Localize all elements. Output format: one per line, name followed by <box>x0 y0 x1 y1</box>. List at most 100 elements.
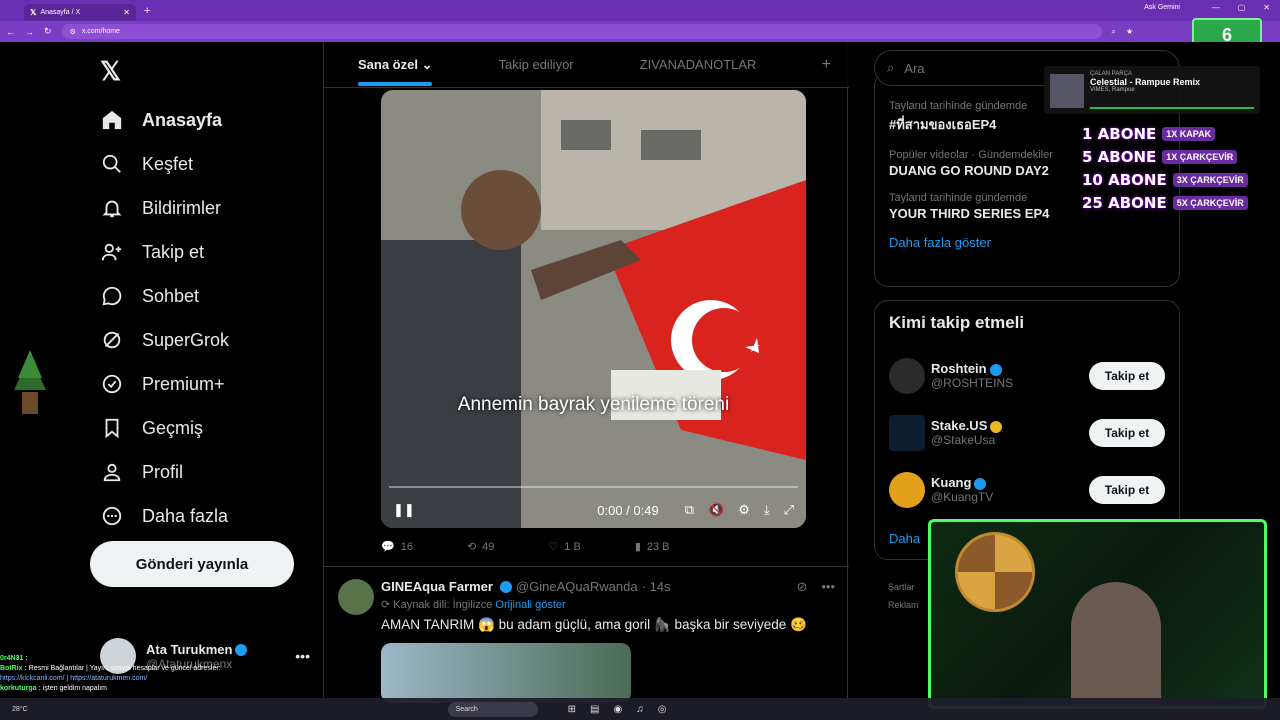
tweet-actions: 💬16 ⟲49 ♡1 B ▮23 B 🔖 ⇪ <box>381 540 1269 554</box>
post-button[interactable]: Gönderi yayınla <box>90 541 294 587</box>
minimize-icon[interactable]: — <box>1212 3 1220 12</box>
ads-link[interactable]: Reklam <box>888 596 919 614</box>
nav-supergrok[interactable]: SuperGrok <box>100 318 229 362</box>
webcam-overlay <box>928 519 1267 709</box>
tweet-header: GINEAqua Farmer @GineAQuaRwanda · 14s <box>381 579 835 594</box>
tab-list[interactable]: ZIVANADANOTLAR <box>640 57 757 72</box>
avatar <box>889 414 925 451</box>
person-icon <box>100 460 124 484</box>
close-tab-icon[interactable]: ✕ <box>123 8 130 17</box>
show-more-link[interactable]: Daha fazla göster <box>889 235 1165 250</box>
tweet-icons: ⊘ ••• <box>796 579 835 595</box>
chat-app-icon[interactable]: ◎ <box>658 704 667 715</box>
nav-chat[interactable]: Sohbet <box>100 274 229 318</box>
suggestion-handle: @KuangTV <box>931 490 994 504</box>
start-icon[interactable]: ⊞ <box>568 704 576 715</box>
terms-link[interactable]: Şartlar <box>888 578 919 596</box>
show-original-link[interactable]: Orijinali göster <box>495 599 565 611</box>
close-window-icon[interactable]: ✕ <box>1263 3 1270 12</box>
follow-button[interactable]: Takip et <box>1089 361 1165 390</box>
new-tab-button[interactable]: + <box>144 5 150 17</box>
follow-suggestion[interactable]: Kuang @KuangTV Takip et <box>889 461 1165 518</box>
taskbar-apps: ⊞ ▤ ◉ ♫ ◎ <box>568 704 667 715</box>
tab-for-you[interactable]: Sana özel ⌄ <box>358 57 433 86</box>
browser-icon[interactable]: ◉ <box>613 704 622 715</box>
nav-bookmarks[interactable]: Geçmiş <box>100 406 229 450</box>
bell-icon <box>100 196 124 220</box>
chat-icon <box>100 284 124 308</box>
search-placeholder: Ara <box>904 60 925 76</box>
settings-icon[interactable]: ⚙ <box>738 502 750 518</box>
nav-follow[interactable]: Takip et <box>100 230 229 274</box>
sub-goal-row: 1 ABONE 1X KAPAK <box>1082 122 1258 145</box>
zoom-icon[interactable]: ⌕ <box>1112 27 1116 37</box>
pause-icon[interactable]: ❚❚ <box>393 502 415 518</box>
footer-links: Şartlar Reklam <box>888 578 919 614</box>
suggestion-handle: @ROSHTEINS <box>931 376 1014 390</box>
star-icon[interactable]: ★ <box>1126 27 1133 37</box>
x-logo-icon[interactable]: 𝕏 <box>100 56 121 87</box>
nav-home[interactable]: Anasayfa <box>100 98 229 142</box>
avatar[interactable] <box>338 579 374 615</box>
reply-button[interactable]: 💬 16 <box>381 540 413 554</box>
more-dots-icon[interactable]: ••• <box>821 579 835 595</box>
follow-button[interactable]: Takip et <box>1089 418 1165 447</box>
tweet-text: AMAN TANRIM 😱 bu adam güçlü, ama goril 🦍… <box>381 617 807 632</box>
pip-icon[interactable]: ⤓ <box>764 502 770 518</box>
tab-title: Anasayfa / X <box>40 8 81 16</box>
video-caption: Annemin bayrak yenileme töreni <box>457 394 730 415</box>
reload-icon[interactable]: ↻ <box>44 26 52 37</box>
who-to-follow-title: Kimi takip etmeli <box>889 313 1025 332</box>
sub-goal-row: 25 ABONE 5X ÇARKÇEVİR <box>1082 191 1258 214</box>
song-title: Celestial - Rampue Remix <box>1090 77 1201 87</box>
forward-icon[interactable]: → <box>25 27 34 37</box>
nav-profile[interactable]: Profil <box>100 450 229 494</box>
tweet-media[interactable] <box>381 643 631 703</box>
video-progress[interactable] <box>389 486 798 488</box>
back-icon[interactable]: ← <box>6 27 15 37</box>
maximize-icon[interactable]: ▢ <box>1238 3 1246 12</box>
nav-premium[interactable]: Premium+ <box>100 362 229 406</box>
nav-more[interactable]: Daha fazla <box>100 494 229 538</box>
nav-label: Geçmiş <box>142 417 204 438</box>
video-controls: ❚❚ 0:00 / 0:49 ⧉ 🔇 ⚙ ⤓ ⤢ <box>381 492 806 528</box>
author-name[interactable]: GINEAqua Farmer <box>381 579 493 594</box>
folder-icon[interactable]: ▤ <box>590 704 599 715</box>
taskbar-search[interactable]: Search <box>447 701 538 717</box>
sub-goals-overlay: 1 ABONE 1X KAPAK 5 ABONE 1X ÇARKÇEVİR 10 A… <box>1082 122 1258 214</box>
mute-icon[interactable]: 🔇 <box>708 502 724 518</box>
nav-label: Premium+ <box>142 373 225 394</box>
nav-label: Bildirimler <box>142 197 222 218</box>
browser-tab[interactable]: 𝕏 Anasayfa / X ✕ <box>24 3 136 21</box>
add-tab-icon[interactable]: + <box>822 56 831 74</box>
like-button[interactable]: ♡ 1 B <box>548 540 580 554</box>
show-more-link[interactable]: Daha <box>889 531 920 546</box>
grok-icon[interactable]: ⊘ <box>796 579 807 595</box>
follow-button[interactable]: Takip et <box>1089 475 1165 504</box>
nav-explore[interactable]: Keşfet <box>100 142 229 186</box>
music-icon[interactable]: ♫ <box>636 704 644 715</box>
sub-count: 5 ABONE <box>1082 147 1157 166</box>
follow-suggestion[interactable]: Stake.US @StakeUsa Takip et <box>889 404 1165 461</box>
captions-icon[interactable]: ⧉ <box>685 502 694 518</box>
address-actions: ⌕ ★ <box>1112 27 1134 37</box>
tweet-video[interactable]: Annemin bayrak yenileme töreni ❚❚ 0:00 /… <box>381 90 806 528</box>
avatar <box>889 357 925 394</box>
now-playing-widget: ÇALAN PARÇA Celestial - Rampue Remix VIM… <box>1044 66 1260 114</box>
fullscreen-icon[interactable]: ⤢ <box>784 502 794 518</box>
nav-notifications[interactable]: Bildirimler <box>100 186 229 230</box>
address-bar: ← → ↻ ⚙ x.com/home ⌕ ★ <box>0 21 1280 42</box>
sub-count: 1 ABONE <box>1082 124 1157 143</box>
site-info-icon[interactable]: ⚙ <box>70 28 76 36</box>
url-field[interactable]: ⚙ x.com/home <box>61 24 1102 39</box>
grok-icon <box>100 328 124 352</box>
tab-following[interactable]: Takip ediliyor <box>498 57 573 72</box>
repost-button[interactable]: ⟲ 49 <box>467 540 494 554</box>
views-button[interactable]: ▮ 23 B <box>635 540 670 554</box>
ask-gemini-button[interactable]: Ask Gemini <box>1144 4 1180 11</box>
plant-decoration-icon <box>14 350 46 414</box>
nav-label: Anasayfa <box>142 109 223 130</box>
follow-suggestion[interactable]: Roshtein @ROSHTEINS Takip et <box>889 347 1165 404</box>
stream-chat: 0r4N31 : BotRix : Resmi Bağlantılar | Ya… <box>0 654 300 694</box>
tweet[interactable]: ⊘ ••• GINEAqua Farmer @GineAQuaRwanda · … <box>324 566 849 715</box>
